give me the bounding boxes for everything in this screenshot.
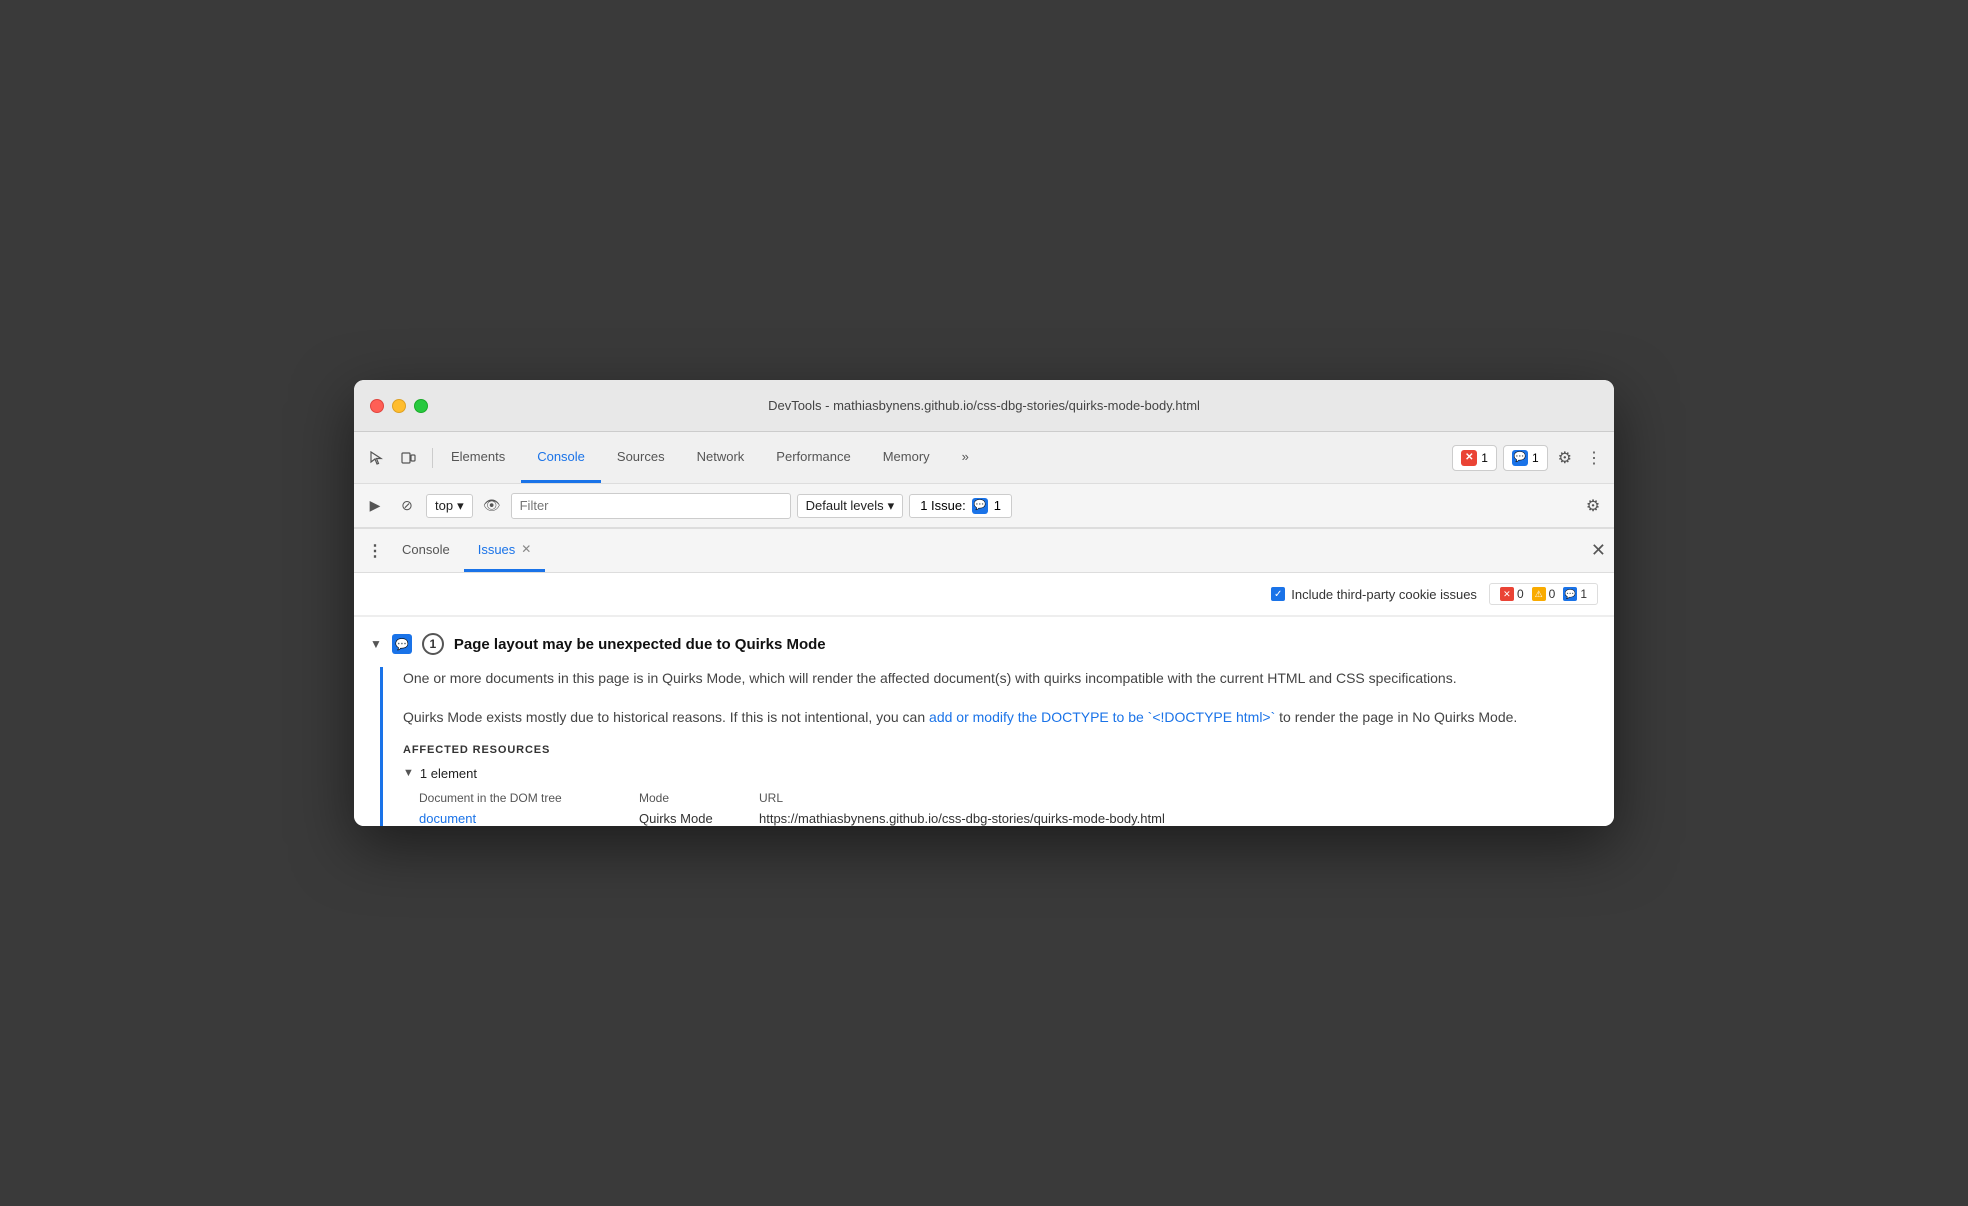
tab-memory[interactable]: Memory [867,432,946,483]
panel-tab-console[interactable]: Console [388,529,464,572]
error-badge-button[interactable]: ✕ 1 [1452,445,1497,471]
close-button[interactable] [370,399,384,413]
info-count: 💬 1 [1563,587,1587,601]
window-title: DevTools - mathiasbynens.github.io/css-d… [768,398,1200,413]
issue-type-icon: 💬 [392,634,412,654]
issue-container: ▼ 💬 1 Page layout may be unexpected due … [354,617,1614,826]
message-badge-button[interactable]: 💬 1 [1503,445,1548,471]
panel-tab-issues[interactable]: Issues ✕ [464,529,546,572]
tab-bar-separator [432,448,433,468]
tab-more[interactable]: » [946,432,985,483]
tab-console[interactable]: Console [521,432,601,483]
checkbox-checked-icon: ✓ [1271,587,1285,601]
tab-elements[interactable]: Elements [435,432,521,483]
console-settings-icon[interactable]: ⚙ [1580,493,1606,519]
resource-mode-cell: Quirks Mode [639,811,759,826]
issue-header: ▼ 💬 1 Page layout may be unexpected due … [370,633,1598,655]
dropdown-arrow-icon: ▾ [457,498,464,514]
panel-tab-bar: ⋮ Console Issues ✕ ✕ [354,529,1614,573]
error-count: ✕ 0 [1500,587,1524,601]
error-icon: ✕ [1461,450,1477,466]
issue-body: One or more documents in this page is in… [380,667,1598,826]
title-bar: DevTools - mathiasbynens.github.io/css-d… [354,380,1614,432]
run-script-icon[interactable]: ▶ [362,493,388,519]
tab-performance[interactable]: Performance [760,432,866,483]
resource-table-row: document Quirks Mode https://mathiasbyne… [419,811,1598,826]
issue-counts: ✕ 0 ⚠ 0 💬 1 [1489,583,1598,605]
clear-console-icon[interactable]: ⊘ [394,493,420,519]
minimize-button[interactable] [392,399,406,413]
col-url-header: URL [759,791,1598,805]
warning-mini-icon: ⚠ [1532,587,1546,601]
col-doc-header: Document in the DOM tree [419,791,639,805]
tab-sources[interactable]: Sources [601,432,681,483]
issues-panel: ⋮ Console Issues ✕ ✕ ✓ Include third-par… [354,529,1614,826]
issues-count-badge[interactable]: 1 Issue: 💬 1 [909,494,1012,518]
tab-bar-right: ✕ 1 💬 1 ⚙ ⋮ [1452,444,1606,472]
affected-resources-label: AFFECTED RESOURCES [403,744,1598,756]
devtools-window: DevTools - mathiasbynens.github.io/css-d… [354,380,1614,826]
panel-tab-close-icon[interactable]: ✕ [521,542,531,556]
window-controls [370,399,428,413]
settings-icon[interactable]: ⚙ [1554,444,1576,472]
console-toolbar: ▶ ⊘ top ▾ 👁 Default levels ▾ 1 Issue: 💬 … [354,484,1614,528]
third-party-cookie-checkbox-label[interactable]: ✓ Include third-party cookie issues [1271,587,1477,602]
eye-icon[interactable]: 👁 [479,493,505,519]
issue-expand-arrow[interactable]: ▼ [370,637,382,651]
more-options-icon[interactable]: ⋮ [1582,444,1606,472]
resource-url-cell: https://mathiasbynens.github.io/css-dbg-… [759,811,1598,826]
resource-table-header: Document in the DOM tree Mode URL [419,791,1598,805]
device-toggle-icon[interactable] [394,444,422,472]
col-mode-header: Mode [639,791,759,805]
error-mini-icon: ✕ [1500,587,1514,601]
inspect-icon[interactable] [362,444,390,472]
log-levels-dropdown[interactable]: Default levels ▾ [797,494,904,518]
resource-doc-cell: document [419,811,639,826]
tab-bar-left-icons [362,444,422,472]
resource-expand-arrow-icon: ▼ [403,767,414,779]
resource-document-link[interactable]: document [419,811,476,826]
context-dropdown[interactable]: top ▾ [426,494,473,518]
resource-expand[interactable]: ▼ 1 element [403,766,1598,781]
tab-network[interactable]: Network [681,432,761,483]
panel-more-button[interactable]: ⋮ [362,538,388,564]
filter-input[interactable] [511,493,791,519]
maximize-button[interactable] [414,399,428,413]
issues-filter-bar: ✓ Include third-party cookie issues ✕ 0 … [354,573,1614,616]
panel-close-button[interactable]: ✕ [1591,540,1606,561]
issue-title: Page layout may be unexpected due to Qui… [454,636,826,653]
levels-arrow-icon: ▾ [888,498,895,514]
main-tab-bar: Elements Console Sources Network Perform… [354,432,1614,484]
resource-table: Document in the DOM tree Mode URL docume… [419,791,1598,826]
issue-description-1: One or more documents in this page is in… [403,667,1598,689]
warning-count: ⚠ 0 [1532,587,1556,601]
devtools-header: Elements Console Sources Network Perform… [354,432,1614,529]
issue-description-2: Quirks Mode exists mostly due to histori… [403,706,1598,728]
issues-message-icon: 💬 [972,498,988,514]
info-mini-icon: 💬 [1563,587,1577,601]
message-icon: 💬 [1512,450,1528,466]
affected-resources: AFFECTED RESOURCES ▼ 1 element Document … [403,744,1598,826]
issue-count-circle: 1 [422,633,444,655]
main-tabs: Elements Console Sources Network Perform… [435,432,1452,483]
issue-doctype-link[interactable]: add or modify the DOCTYPE to be `<!DOCTY… [929,709,1275,725]
